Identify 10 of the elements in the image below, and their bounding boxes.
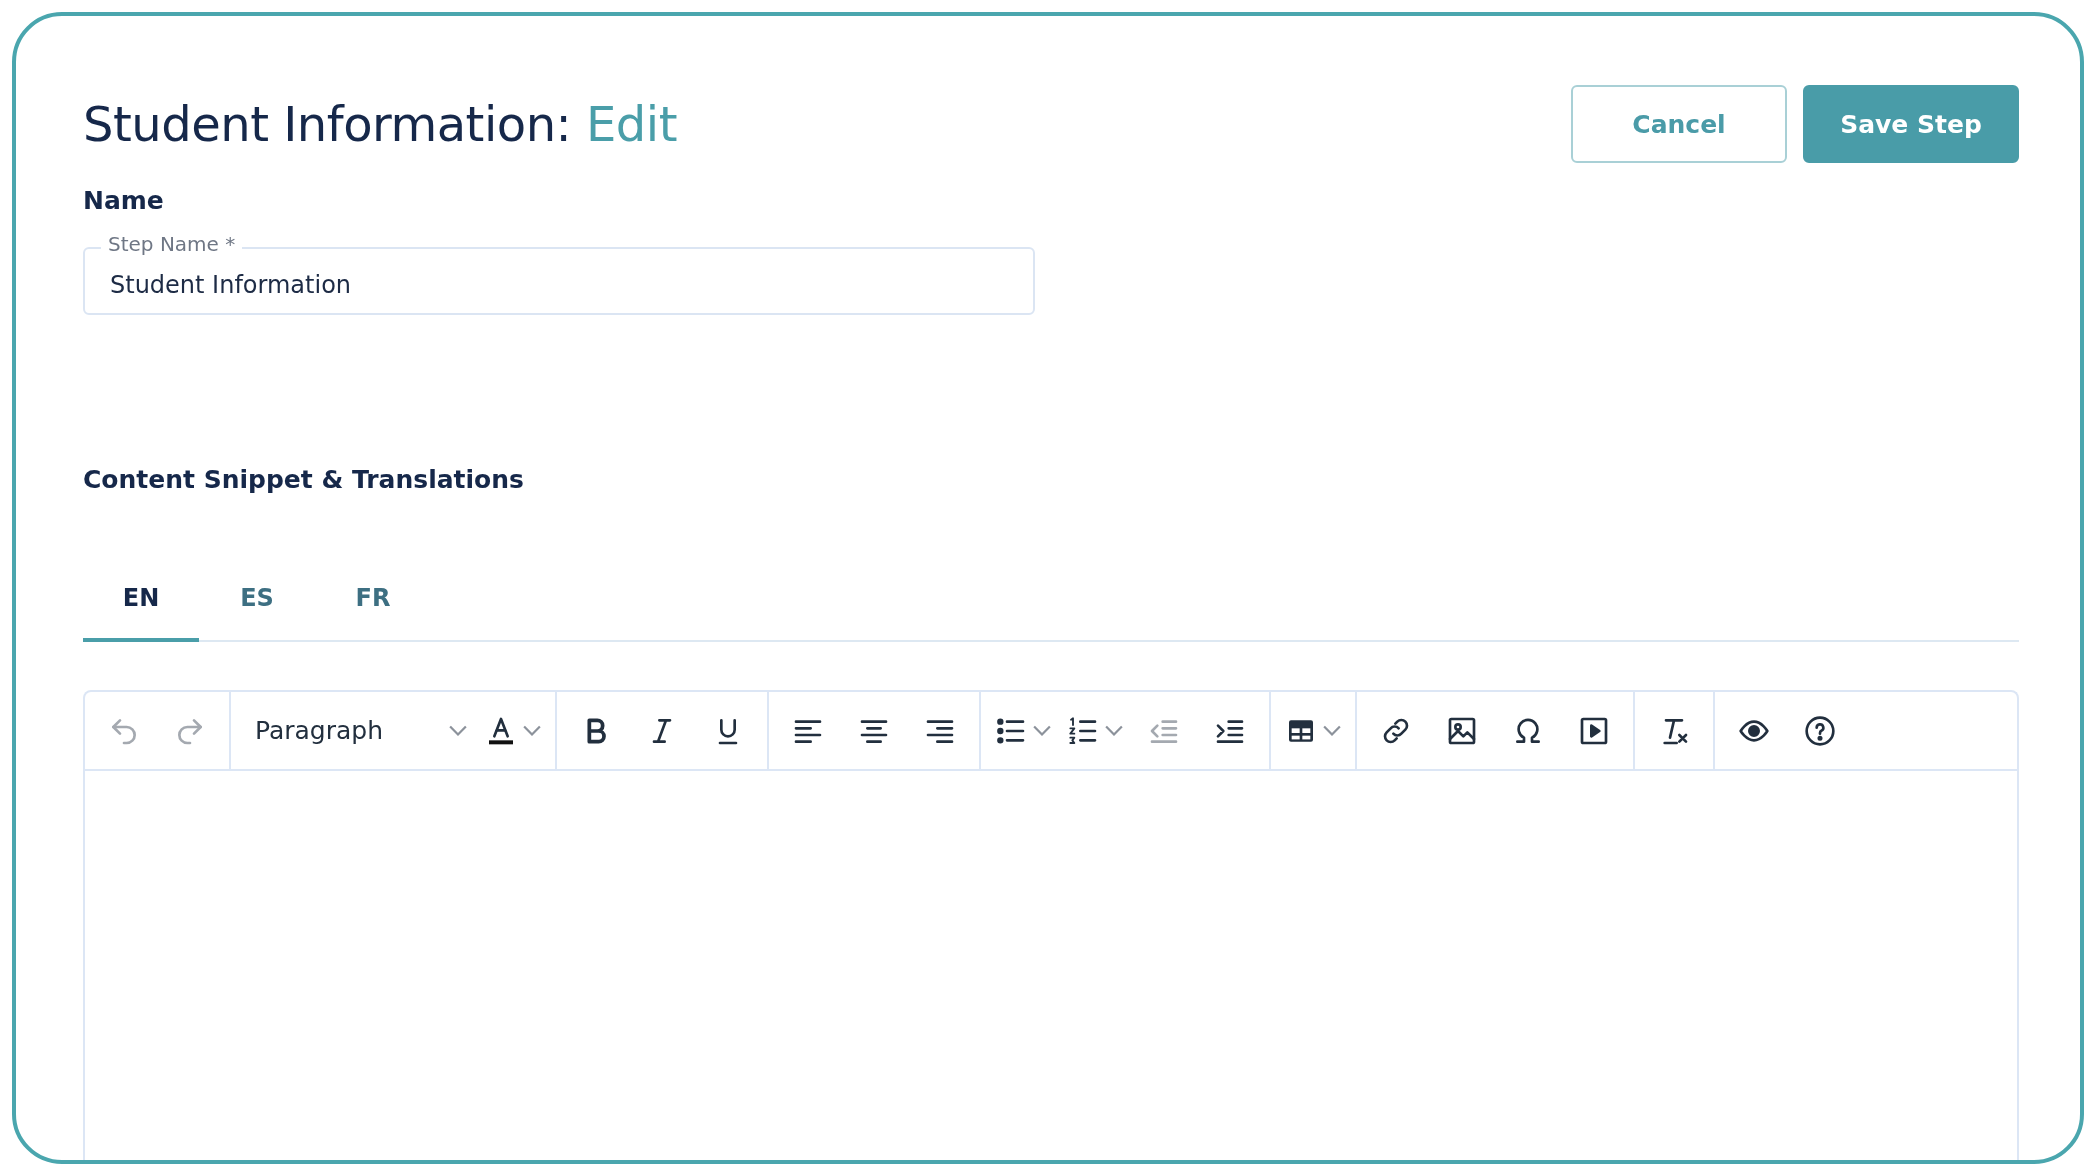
language-tab[interactable]: FR	[315, 556, 431, 642]
save-button[interactable]: Save Step	[1803, 85, 2019, 163]
section-heading: Name	[83, 186, 165, 215]
block-format-select[interactable]: Paragraph	[239, 702, 475, 759]
language-tab[interactable]: EN	[83, 556, 199, 642]
language-tab[interactable]: ES	[199, 556, 315, 642]
help-icon	[1804, 714, 1836, 747]
page-title: Student Information: Edit	[83, 96, 677, 152]
section-heading: Content Snippet & Translations	[83, 465, 525, 494]
cancel-button[interactable]: Cancel	[1571, 85, 1787, 163]
